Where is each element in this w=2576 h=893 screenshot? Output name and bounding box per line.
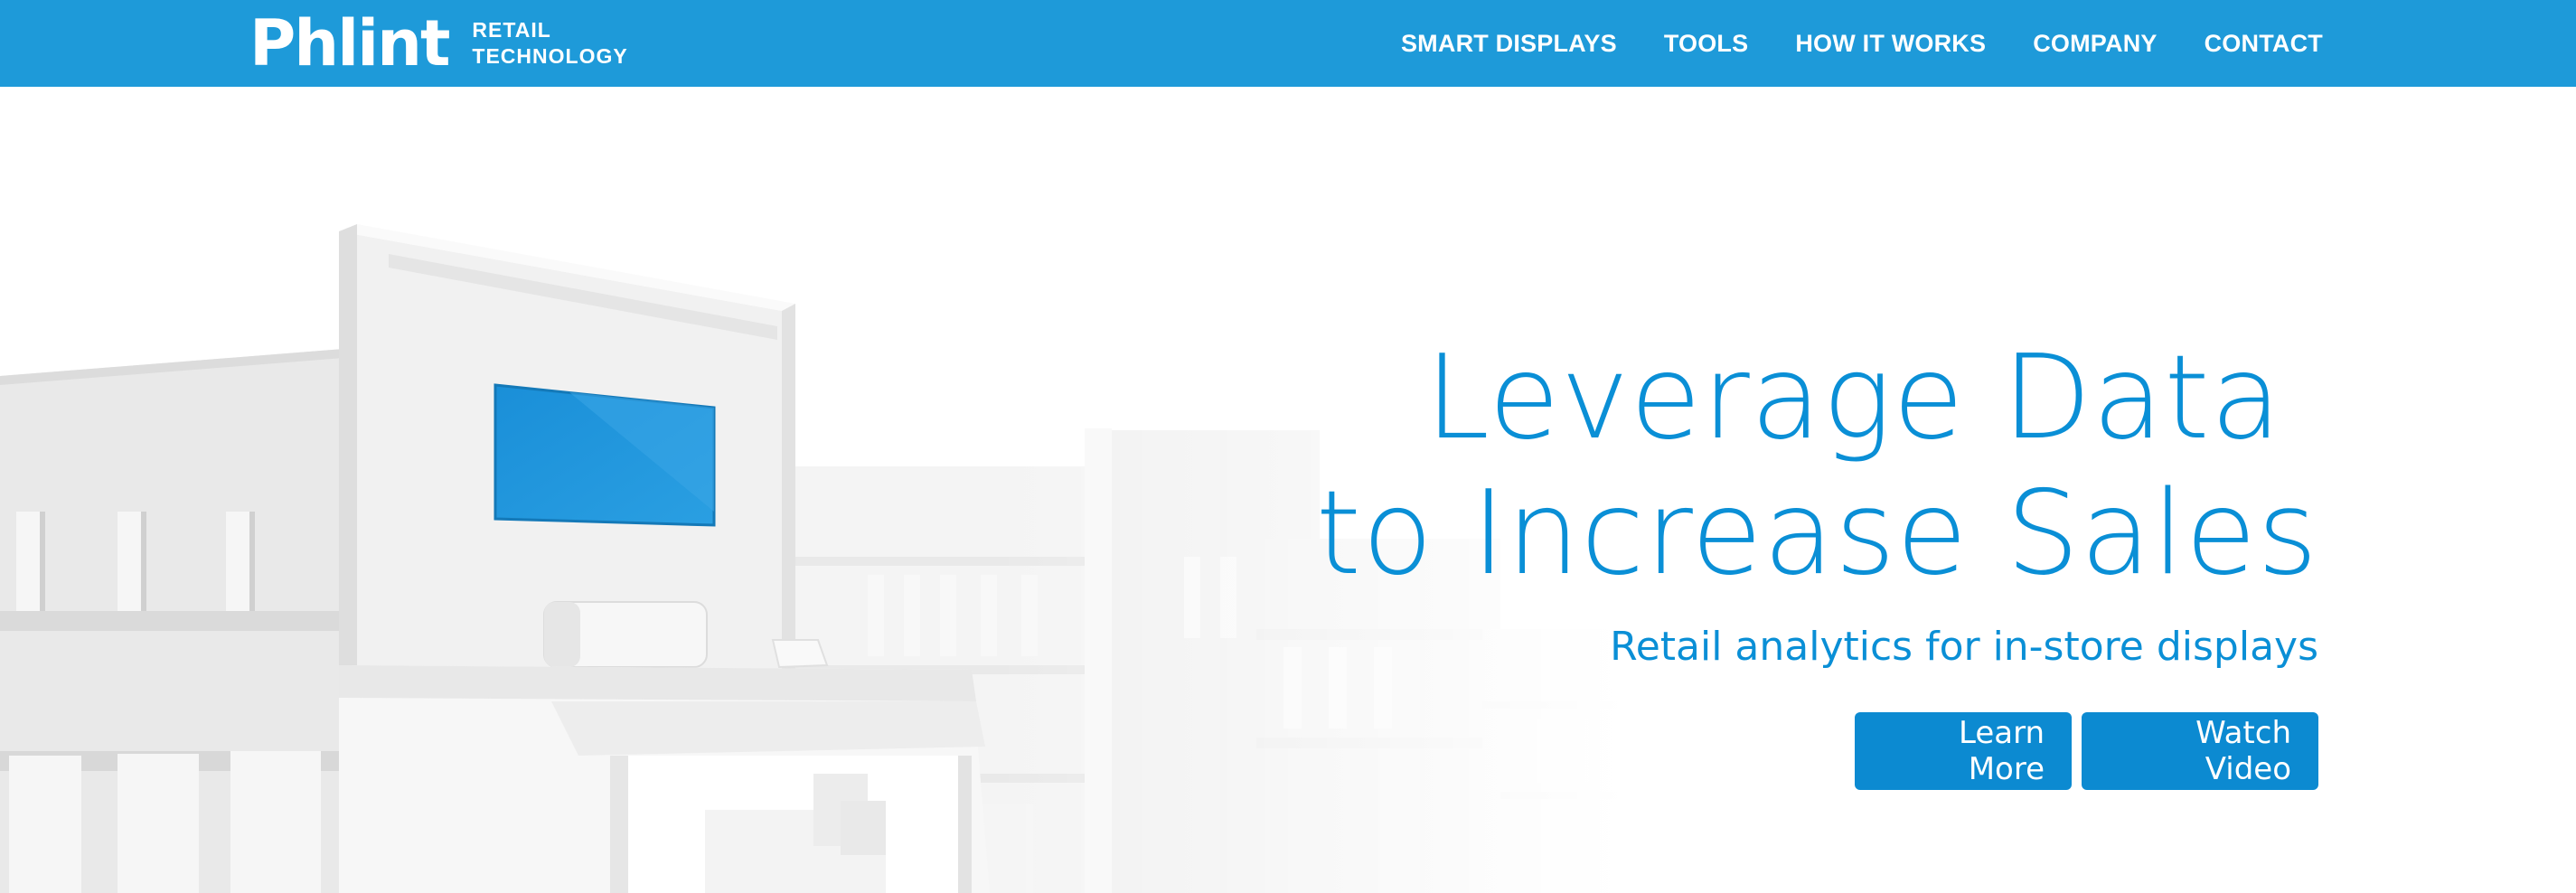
brand-tagline-line2: TECHNOLOGY [472, 44, 628, 68]
nav-item-smart-displays: SMART DISPLAYS [1401, 30, 1617, 58]
brand-tagline-line1: RETAIL [472, 18, 551, 42]
nav-item-how-it-works: HOW IT WORKS [1795, 30, 1986, 58]
hero-section: Leverage Data to Increase Sales Retail a… [0, 87, 2576, 893]
hero-text-block: Leverage Data to Increase Sales Retail a… [1053, 331, 2318, 790]
nav-item-tools: TOOLS [1664, 30, 1749, 58]
hero-headline-line1: Leverage Data [1424, 331, 2282, 465]
hero-headline-line2: to Increase Sales [1315, 466, 2318, 601]
main-nav-menu: SMART DISPLAYS TOOLS HOW IT WORKS COMPAN… [1401, 0, 2323, 87]
brand-logo-link[interactable]: Phlint RETAIL TECHNOLOGY [249, 11, 628, 76]
brand-tagline: RETAIL TECHNOLOGY [472, 17, 627, 70]
display-screen-graphic [494, 383, 716, 527]
counter-unit-graphic [339, 665, 990, 893]
brand-logo-wordmark: Phlint [249, 6, 450, 80]
nav-link-company[interactable]: COMPANY [2033, 30, 2157, 57]
left-shelf-graphic [0, 349, 343, 893]
nav-item-contact: CONTACT [2205, 30, 2323, 58]
nav-link-contact[interactable]: CONTACT [2205, 30, 2323, 57]
hero-subheadline: Retail analytics for in-store displays [1610, 624, 2318, 670]
nav-item-company: COMPANY [2033, 30, 2157, 58]
hero-cta-buttons: Learn More Watch Video [1053, 712, 2318, 790]
hero-headline: Leverage Data to Increase Sales [1053, 331, 2318, 602]
nav-link-how-it-works[interactable]: HOW IT WORKS [1795, 30, 1986, 57]
watch-video-button[interactable]: Watch Video [2082, 712, 2318, 790]
top-navbar: Phlint RETAIL TECHNOLOGY SMART DISPLAYS … [0, 0, 2576, 87]
nav-link-smart-displays[interactable]: SMART DISPLAYS [1401, 30, 1617, 57]
nav-link-tools[interactable]: TOOLS [1664, 30, 1749, 57]
learn-more-button[interactable]: Learn More [1855, 712, 2072, 790]
